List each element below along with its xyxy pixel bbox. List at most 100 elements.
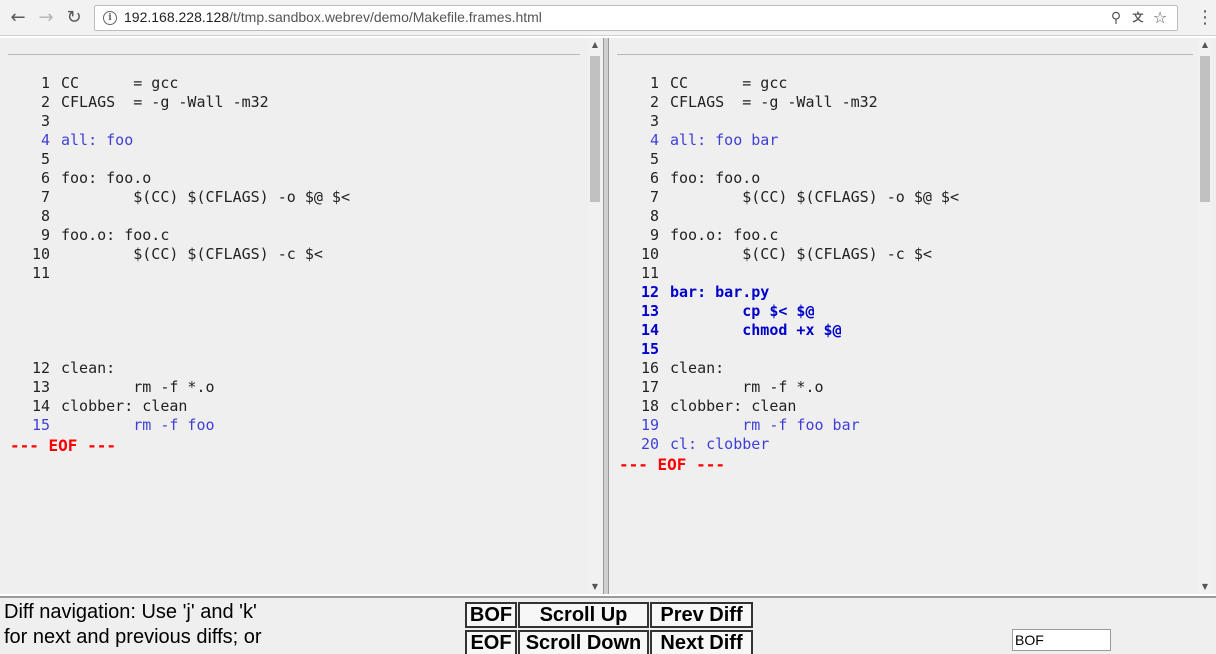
url-text[interactable]: 192.168.228.128/t/tmp.sandbox.webrev/dem… (124, 9, 542, 25)
bof-button[interactable]: BOF (465, 602, 517, 628)
line-text: clobber: clean (670, 397, 797, 415)
line-text: clean: (61, 359, 116, 377)
code-line: 14 clobber: clean (10, 397, 350, 416)
left-diff-pane[interactable]: 1 CC = gcc 2 CFLAGS = -g -Wall -m32 3 4 all: f… (0, 38, 604, 594)
line-number: 3 (649, 112, 659, 130)
code-line: 7 $(CC) $(CFLAGS) -o $@ $< (10, 188, 350, 207)
line-number: 2 (40, 93, 50, 111)
line-number: 8 (40, 207, 50, 225)
code-line: 5 (619, 150, 959, 169)
line-text: bar: bar.py (670, 283, 770, 301)
code-line: 8 (619, 207, 959, 226)
line-text: foo.o: foo.c (61, 226, 170, 244)
line-text: cp $< $@ (670, 302, 815, 320)
right-scrollbar-thumb[interactable] (1200, 56, 1210, 202)
back-arrow-icon[interactable]: ← (8, 8, 28, 28)
code-line: 10 $(CC) $(CFLAGS) -c $< (10, 245, 350, 264)
line-number: 7 (649, 188, 659, 206)
code-line: 5 (10, 150, 350, 169)
code-line: 17 rm -f *.o (619, 378, 959, 397)
line-number: 18 (640, 397, 659, 415)
line-text: $(CC) $(CFLAGS) -c $< (61, 245, 323, 263)
code-line: 11 (619, 264, 959, 283)
padding-line (10, 283, 350, 302)
left-scrollbar-thumb[interactable] (590, 56, 600, 202)
line-number: 5 (649, 150, 659, 168)
line-number: 2 (649, 93, 659, 111)
padding-line (10, 302, 350, 321)
line-number: 19 (640, 416, 659, 434)
code-line: 6 foo: foo.o (619, 169, 959, 188)
line-text: all: foo (61, 131, 134, 149)
bookmark-star-icon[interactable]: ☆ (1151, 9, 1169, 27)
scroll-up-arrow-icon[interactable]: ▲ (1198, 38, 1212, 52)
next-diff-button[interactable]: Next Diff (650, 630, 753, 654)
translate-icon[interactable]: 文 (1129, 9, 1147, 27)
forward-arrow-icon[interactable]: → (36, 8, 56, 28)
reload-icon[interactable]: ↻ (64, 8, 84, 28)
right-scrollbar[interactable]: ▲ ▼ (1198, 38, 1212, 594)
scroll-up-arrow-icon[interactable]: ▲ (588, 38, 602, 52)
browser-menu-icon[interactable]: ⋮ (1196, 8, 1214, 28)
code-line: 11 (10, 264, 350, 283)
line-number: 10 (31, 245, 50, 263)
diff-position-field[interactable] (1012, 629, 1111, 651)
line-number: 6 (649, 169, 659, 187)
line-number: 17 (640, 378, 659, 396)
scroll-up-button[interactable]: Scroll Up (518, 602, 649, 628)
code-line: 20 cl: clobber (619, 435, 959, 454)
left-scrollbar[interactable]: ▲ ▼ (588, 38, 602, 594)
line-text: foo: foo.o (670, 169, 761, 187)
scroll-down-arrow-icon[interactable]: ▼ (588, 580, 602, 594)
line-number: 6 (40, 169, 50, 187)
line-number: 1 (649, 74, 659, 92)
line-text: CC = gcc (670, 74, 788, 92)
address-bar[interactable]: i 192.168.228.128/t/tmp.sandbox.webrev/d… (94, 5, 1178, 31)
info-icon[interactable]: i (103, 11, 117, 25)
line-number: 4 (40, 131, 50, 149)
prev-diff-button[interactable]: Prev Diff (650, 602, 753, 628)
line-number: 3 (40, 112, 50, 130)
code-line: 2 CFLAGS = -g -Wall -m32 (10, 93, 350, 112)
zoom-icon[interactable]: ⚲ (1107, 9, 1125, 27)
line-number: 14 (31, 397, 50, 415)
line-text: $(CC) $(CFLAGS) -o $@ $< (670, 188, 959, 206)
line-number: 10 (640, 245, 659, 263)
code-line: 1 CC = gcc (619, 74, 959, 93)
browser-toolbar: ← → ↻ i 192.168.228.128/t/tmp.sandbox.we… (0, 0, 1216, 36)
line-text: clean: (670, 359, 725, 377)
code-line: 14 chmod +x $@ (619, 321, 959, 340)
line-number: 7 (40, 188, 50, 206)
line-number: 15 (31, 416, 50, 434)
code-line: 3 (10, 112, 350, 131)
navigation-help-text: Diff navigation: Use 'j' and 'k' for nex… (4, 600, 324, 650)
code-line: 12 clean: (10, 359, 350, 378)
line-number: 9 (649, 226, 659, 244)
line-number: 13 (31, 378, 50, 396)
pane-divider-rule (617, 54, 1193, 55)
line-number: 14 (640, 321, 659, 339)
left-code-listing: 1 CC = gcc 2 CFLAGS = -g -Wall -m32 3 4 all: f… (10, 74, 350, 435)
line-text: foo: foo.o (61, 169, 152, 187)
code-line: 2 CFLAGS = -g -Wall -m32 (619, 93, 959, 112)
scroll-down-arrow-icon[interactable]: ▼ (1198, 580, 1212, 594)
right-eof-marker: --- EOF --- (619, 455, 725, 474)
line-number: 9 (40, 226, 50, 244)
right-diff-pane[interactable]: 1 CC = gcc 2 CFLAGS = -g -Wall -m32 3 4 all: f… (608, 38, 1216, 594)
line-text: clobber: clean (61, 397, 188, 415)
scroll-down-button[interactable]: Scroll Down (518, 630, 649, 654)
code-line: 15 rm -f foo (10, 416, 350, 435)
eof-button[interactable]: EOF (465, 630, 517, 654)
code-line: 13 cp $< $@ (619, 302, 959, 321)
right-code-listing: 1 CC = gcc 2 CFLAGS = -g -Wall -m32 3 4 all: f… (619, 74, 959, 454)
code-line: 6 foo: foo.o (10, 169, 350, 188)
line-number: 12 (640, 283, 659, 301)
url-path: /t/tmp.sandbox.webrev/demo/Makefile.fram… (229, 9, 542, 25)
line-number: 1 (40, 74, 50, 92)
pane-divider-rule (8, 54, 580, 55)
line-text: CFLAGS = -g -Wall -m32 (61, 93, 269, 111)
url-host: 192.168.228.128 (124, 9, 230, 25)
code-line: 9 foo.o: foo.c (10, 226, 350, 245)
left-eof-marker: --- EOF --- (10, 436, 116, 455)
diff-navigation-frame: Diff navigation: Use 'j' and 'k' for nex… (0, 596, 1216, 654)
